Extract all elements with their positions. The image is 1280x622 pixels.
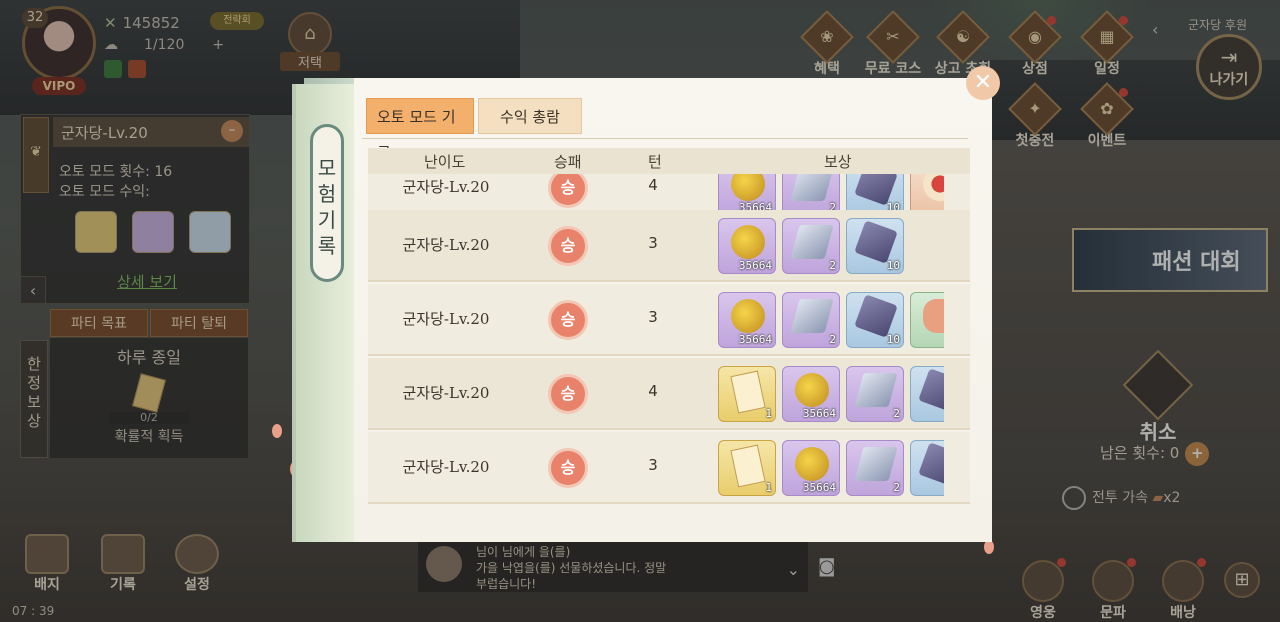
modal-spine: 모험기록 bbox=[292, 84, 356, 542]
reward-count: 1 bbox=[765, 481, 772, 494]
reward-item[interactable] bbox=[910, 366, 944, 422]
scroll-icon bbox=[730, 370, 766, 414]
table-row: 군자당-Lv.20 승 4 1 35664 2 bbox=[368, 358, 970, 430]
reward-count: 2 bbox=[829, 333, 836, 346]
reward-item[interactable] bbox=[910, 292, 944, 348]
money-icon bbox=[731, 299, 765, 333]
reward-item[interactable]: 2 bbox=[846, 366, 904, 422]
turns-cell: 3 bbox=[648, 456, 658, 474]
petal-decoration bbox=[984, 540, 994, 554]
turns-cell: 4 bbox=[648, 176, 658, 194]
turns-cell: 3 bbox=[648, 234, 658, 252]
reward-count: 35664 bbox=[802, 407, 836, 420]
column-difficulty: 난이도 bbox=[424, 153, 466, 171]
column-result: 승패 bbox=[554, 153, 582, 171]
reward-list: 35664 2 10 bbox=[718, 292, 944, 350]
ore-icon bbox=[918, 368, 944, 412]
adventure-record-modal: 모험기록 오토 모드 기록 수익 총람 난이도 승패 턴 보상 군자당-Lv.2… bbox=[292, 66, 1000, 542]
reward-count: 35664 bbox=[802, 481, 836, 494]
reward-count: 10 bbox=[886, 333, 900, 346]
reward-item[interactable]: 1 bbox=[718, 440, 776, 496]
column-rewards: 보상 bbox=[824, 153, 852, 171]
turns-cell: 4 bbox=[648, 382, 658, 400]
record-table-body[interactable]: 군자당-Lv.20 승 4 35664 2 10 군자당-Lv.20 승 3 35664 2 10 군자… bbox=[368, 174, 970, 524]
money-icon bbox=[731, 174, 765, 201]
reward-item[interactable]: 10 bbox=[846, 292, 904, 348]
money-icon bbox=[795, 447, 829, 481]
reward-item[interactable]: 1 bbox=[718, 366, 776, 422]
result-badge: 승 bbox=[548, 448, 588, 488]
cake-icon bbox=[923, 174, 944, 201]
reward-item[interactable]: 35664 bbox=[782, 440, 840, 496]
difficulty-cell: 군자당-Lv.20 bbox=[402, 236, 490, 254]
tab-divider bbox=[362, 138, 968, 139]
reward-item[interactable]: 35664 bbox=[718, 218, 776, 274]
reward-count: 10 bbox=[886, 259, 900, 272]
meat-icon bbox=[923, 299, 944, 333]
difficulty-cell: 군자당-Lv.20 bbox=[402, 458, 490, 476]
money-icon bbox=[795, 373, 829, 407]
table-row: 군자당-Lv.20 승 3 35664 2 10 bbox=[368, 284, 970, 356]
reward-count: 1 bbox=[765, 407, 772, 420]
reward-item[interactable]: 35664 bbox=[718, 292, 776, 348]
reward-item[interactable]: 10 bbox=[846, 218, 904, 274]
turns-cell: 3 bbox=[648, 308, 658, 326]
bar-icon bbox=[790, 299, 834, 333]
money-icon bbox=[731, 225, 765, 259]
reward-list: 1 35664 2 bbox=[718, 440, 944, 498]
reward-item[interactable]: 2 bbox=[846, 440, 904, 496]
table-row: 군자당-Lv.20 승 3 1 35664 2 bbox=[368, 432, 970, 504]
reward-count: 2 bbox=[893, 407, 900, 420]
modal-title: 모험기록 bbox=[310, 124, 344, 282]
ore-icon bbox=[854, 294, 898, 338]
tab-income-summary[interactable]: 수익 총람 bbox=[478, 98, 582, 134]
reward-count: 35664 bbox=[738, 333, 772, 346]
bar-icon bbox=[790, 225, 834, 259]
result-badge: 승 bbox=[548, 374, 588, 414]
reward-item[interactable]: 35664 bbox=[782, 366, 840, 422]
result-badge: 승 bbox=[548, 226, 588, 266]
reward-list: 35664 2 10 bbox=[718, 218, 944, 276]
reward-item[interactable]: 2 bbox=[782, 292, 840, 348]
scroll-icon bbox=[730, 444, 766, 488]
modal-title-text: 모험기록 bbox=[317, 156, 337, 258]
reward-count: 2 bbox=[893, 481, 900, 494]
reward-item[interactable]: 2 bbox=[782, 218, 840, 274]
ore-icon bbox=[854, 220, 898, 264]
bar-icon bbox=[790, 174, 834, 201]
ore-icon bbox=[918, 442, 944, 486]
difficulty-cell: 군자당-Lv.20 bbox=[402, 384, 490, 402]
result-badge: 승 bbox=[548, 174, 588, 208]
bar-icon bbox=[854, 447, 898, 481]
close-icon[interactable]: ✕ bbox=[966, 66, 1000, 100]
reward-list: 1 35664 2 bbox=[718, 366, 944, 424]
result-badge: 승 bbox=[548, 300, 588, 340]
column-turns: 턴 bbox=[648, 153, 662, 171]
petal-decoration bbox=[272, 424, 282, 438]
table-row: 군자당-Lv.20 승 3 35664 2 10 bbox=[368, 210, 970, 282]
reward-item[interactable] bbox=[910, 440, 944, 496]
difficulty-cell: 군자당-Lv.20 bbox=[402, 178, 490, 196]
table-header: 난이도 승패 턴 보상 bbox=[368, 148, 970, 174]
reward-count: 2 bbox=[829, 259, 836, 272]
difficulty-cell: 군자당-Lv.20 bbox=[402, 310, 490, 328]
reward-count: 35664 bbox=[738, 259, 772, 272]
bar-icon bbox=[854, 373, 898, 407]
tab-auto-mode-record[interactable]: 오토 모드 기록 bbox=[366, 98, 474, 162]
